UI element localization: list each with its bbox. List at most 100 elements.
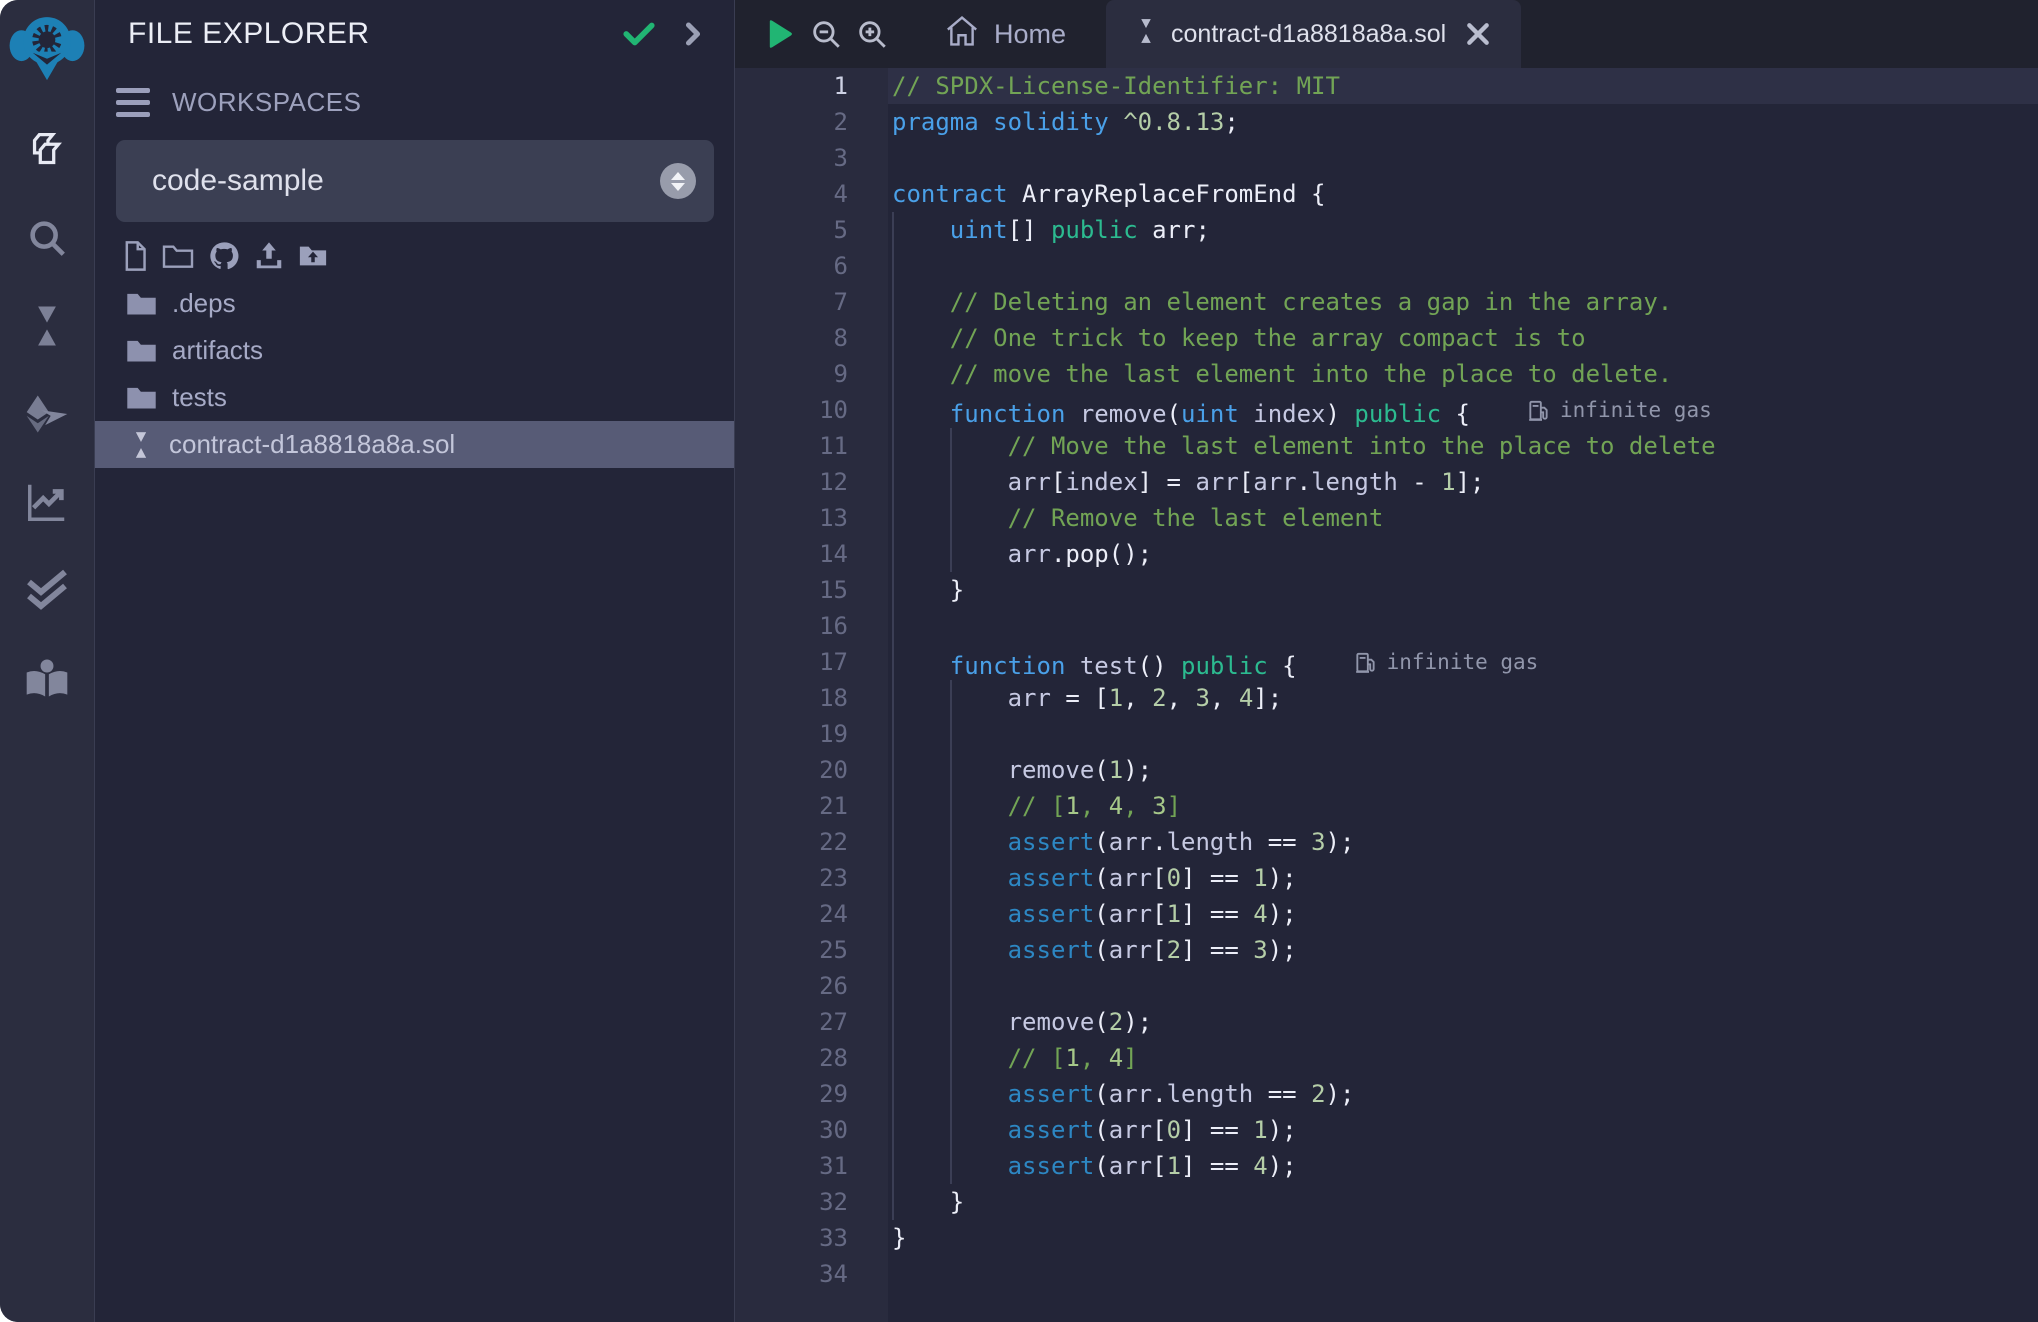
- tab-label: Home: [994, 19, 1066, 50]
- file-row-contract-selected[interactable]: contract-d1a8818a8a.sol: [95, 421, 734, 468]
- code-line[interactable]: 4contract ArrayReplaceFromEnd {: [735, 176, 2038, 212]
- folder-row-deps[interactable]: .deps: [95, 280, 734, 327]
- code-line[interactable]: 12 arr[index] = arr[arr.length - 1];: [735, 464, 2038, 500]
- code-line[interactable]: 15 }: [735, 572, 2038, 608]
- code-text: // move the last element into the place …: [888, 356, 2038, 392]
- line-number: 33: [735, 1220, 888, 1256]
- new-folder-icon[interactable]: [162, 242, 194, 270]
- code-text: arr.pop();: [888, 536, 2038, 572]
- code-text: assert(arr[0] == 1);: [888, 860, 2038, 896]
- code-text: [888, 608, 2038, 644]
- code-line[interactable]: 14 arr.pop();: [735, 536, 2038, 572]
- code-line[interactable]: 7 // Deleting an element creates a gap i…: [735, 284, 2038, 320]
- line-number: 28: [735, 1040, 888, 1076]
- code-line[interactable]: 1// SPDX-License-Identifier: MIT: [735, 68, 2038, 104]
- tab-bar: Home contract-d1a8818a8a.sol: [735, 0, 2038, 68]
- code-line[interactable]: 21 // [1, 4, 3]: [735, 788, 2038, 824]
- line-number: 4: [735, 176, 888, 212]
- line-number: 13: [735, 500, 888, 536]
- sidebar-item-static-analysis[interactable]: [0, 546, 94, 634]
- line-number: 6: [735, 248, 888, 284]
- code-line[interactable]: 8 // One trick to keep the array compact…: [735, 320, 2038, 356]
- code-line[interactable]: 29 assert(arr.length == 2);: [735, 1076, 2038, 1112]
- tab-contract-active[interactable]: contract-d1a8818a8a.sol: [1106, 0, 1521, 68]
- code-line[interactable]: 17 function test() public {infinite gas: [735, 644, 2038, 680]
- new-file-icon[interactable]: [122, 241, 148, 271]
- clone-from-github-icon[interactable]: [208, 240, 240, 272]
- code-line[interactable]: 33}: [735, 1220, 2038, 1256]
- code-line[interactable]: 13 // Remove the last element: [735, 500, 2038, 536]
- tab-home[interactable]: Home: [915, 0, 1096, 68]
- code-text: [888, 140, 2038, 176]
- remix-logo-icon[interactable]: [8, 6, 86, 90]
- code-line[interactable]: 9 // move the last element into the plac…: [735, 356, 2038, 392]
- accept-check-icon[interactable]: [622, 19, 656, 49]
- upload-file-icon[interactable]: [254, 241, 284, 271]
- line-number: 12: [735, 464, 888, 500]
- workspace-select-caret-icon[interactable]: [660, 163, 696, 199]
- sidebar-item-learneth[interactable]: [0, 634, 94, 722]
- collapse-panel-chevron-icon[interactable]: [682, 19, 704, 49]
- code-line[interactable]: 27 remove(2);: [735, 1004, 2038, 1040]
- code-line[interactable]: 26: [735, 968, 2038, 1004]
- line-number: 26: [735, 968, 888, 1004]
- home-icon: [945, 15, 979, 54]
- folder-row-tests[interactable]: tests: [95, 374, 734, 421]
- code-line[interactable]: 18 arr = [1, 2, 3, 4];: [735, 680, 2038, 716]
- code-line[interactable]: 11 // Move the last element into the pla…: [735, 428, 2038, 464]
- code-text: pragma solidity ^0.8.13;: [888, 104, 2038, 140]
- code-line[interactable]: 32 }: [735, 1184, 2038, 1220]
- code-line[interactable]: 20 remove(1);: [735, 752, 2038, 788]
- workspace-select[interactable]: code-sample: [116, 140, 714, 222]
- code-line[interactable]: 23 assert(arr[0] == 1);: [735, 860, 2038, 896]
- code-line[interactable]: 6: [735, 248, 2038, 284]
- gas-estimate-label: infinite gas: [1387, 644, 1539, 680]
- zoom-out-icon[interactable]: [803, 11, 849, 57]
- code-text: }: [888, 1184, 2038, 1220]
- panel-title: FILE EXPLORER: [128, 17, 596, 51]
- code-line[interactable]: 31 assert(arr[1] == 4);: [735, 1148, 2038, 1184]
- code-line[interactable]: 5 uint[] public arr;: [735, 212, 2038, 248]
- code-line[interactable]: 22 assert(arr.length == 3);: [735, 824, 2038, 860]
- code-line[interactable]: 30 assert(arr[0] == 1);: [735, 1112, 2038, 1148]
- solidity-file-icon: [1136, 18, 1156, 51]
- code-text: // [1, 4]: [888, 1040, 2038, 1076]
- sidebar-item-file-explorer[interactable]: [0, 106, 94, 194]
- upload-folder-icon[interactable]: [298, 243, 328, 269]
- code-line[interactable]: 19: [735, 716, 2038, 752]
- code-line[interactable]: 34: [735, 1256, 2038, 1292]
- code-text: assert(arr[1] == 4);: [888, 896, 2038, 932]
- code-text: arr[index] = arr[arr.length - 1];: [888, 464, 2038, 500]
- code-text: function remove(uint index) public {infi…: [888, 392, 2038, 428]
- code-text: [888, 1256, 2038, 1292]
- run-script-play-icon[interactable]: [757, 11, 803, 57]
- folder-icon: [126, 291, 157, 316]
- sidebar-item-deploy-run[interactable]: [0, 370, 94, 458]
- line-number: 11: [735, 428, 888, 464]
- code-text: assert(arr[0] == 1);: [888, 1112, 2038, 1148]
- code-line[interactable]: 3: [735, 140, 2038, 176]
- file-name: contract-d1a8818a8a.sol: [169, 429, 455, 460]
- sidebar-item-statistics[interactable]: [0, 458, 94, 546]
- sidebar-item-solidity-compiler[interactable]: [0, 282, 94, 370]
- folder-row-artifacts[interactable]: artifacts: [95, 327, 734, 374]
- workspaces-menu-icon[interactable]: [116, 88, 150, 117]
- code-line[interactable]: 25 assert(arr[2] == 3);: [735, 932, 2038, 968]
- line-number: 32: [735, 1184, 888, 1220]
- code-line[interactable]: 28 // [1, 4]: [735, 1040, 2038, 1076]
- close-tab-icon[interactable]: [1465, 21, 1491, 47]
- code-line[interactable]: 10 function remove(uint index) public {i…: [735, 392, 2038, 428]
- editor-area: Home contract-d1a8818a8a.sol: [735, 0, 2038, 1322]
- code-text: // Deleting an element creates a gap in …: [888, 284, 2038, 320]
- code-text: remove(2);: [888, 1004, 2038, 1040]
- code-text: [888, 968, 2038, 1004]
- sidebar-item-search[interactable]: [0, 194, 94, 282]
- code-text: assert(arr[1] == 4);: [888, 1148, 2038, 1184]
- code-editor[interactable]: 1// SPDX-License-Identifier: MIT2pragma …: [735, 68, 2038, 1322]
- code-line[interactable]: 16: [735, 608, 2038, 644]
- code-line[interactable]: 24 assert(arr[1] == 4);: [735, 896, 2038, 932]
- code-line[interactable]: 2pragma solidity ^0.8.13;: [735, 104, 2038, 140]
- zoom-in-icon[interactable]: [849, 11, 895, 57]
- workspaces-label: WORKSPACES: [172, 87, 361, 118]
- tab-label: contract-d1a8818a8a.sol: [1171, 20, 1446, 49]
